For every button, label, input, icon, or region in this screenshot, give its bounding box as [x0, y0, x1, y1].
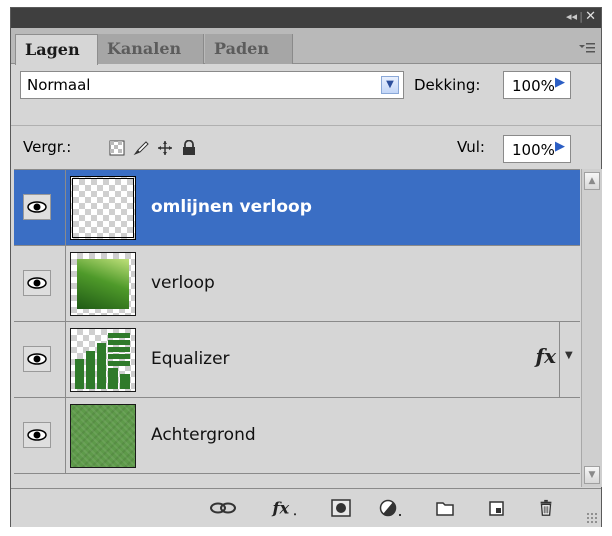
opacity-arrow-icon[interactable]: ▶ — [555, 75, 565, 90]
fill-label: Vul: — [457, 138, 485, 156]
titlebar-separator: | — [579, 10, 583, 23]
layer-row-omlijnen-verloop[interactable]: omlijnen verloop — [14, 170, 580, 246]
scroll-up-icon[interactable]: ▲ — [584, 172, 600, 190]
visibility-cell[interactable] — [14, 170, 66, 245]
fill-arrow-icon[interactable]: ▶ — [555, 139, 565, 154]
chevron-down-icon[interactable]: ▼ — [381, 76, 399, 94]
visibility-cell[interactable] — [14, 246, 66, 321]
equalizer-graphic — [75, 333, 130, 389]
fx-icon[interactable]: fx — [269, 499, 303, 517]
panel-titlebar: ◂◂ | ✕ — [11, 8, 601, 28]
lock-pixels-icon[interactable] — [133, 140, 149, 156]
new-layer-icon[interactable] — [487, 499, 507, 517]
layer-row-equalizer[interactable]: Equalizer fx ▼ — [14, 322, 580, 398]
layer-list: omlijnen verloop verloop Equalizer fx ▼ … — [14, 169, 580, 488]
layer-row-achtergrond[interactable]: Achtergrond — [14, 398, 580, 474]
tab-lagen[interactable]: Lagen — [15, 34, 98, 65]
lock-transparency-icon[interactable] — [109, 140, 125, 156]
close-icon[interactable]: ✕ — [585, 9, 596, 24]
visibility-cell[interactable] — [14, 322, 66, 397]
trash-icon[interactable] — [537, 499, 555, 517]
panel-menu-glyph — [579, 43, 595, 53]
blend-mode-select[interactable]: Normaal ▼ — [20, 71, 404, 99]
eye-glyph — [27, 277, 47, 289]
resize-grip[interactable] — [586, 512, 598, 524]
panel-menu-icon[interactable] — [579, 42, 595, 58]
mask-icon[interactable] — [331, 499, 351, 517]
layer-thumbnail — [70, 176, 136, 240]
panel-tabs: Lagen Kanalen Paden — [11, 28, 601, 65]
lock-all-icon[interactable] — [181, 140, 197, 156]
eye-glyph — [27, 201, 47, 213]
lock-row: Vergr.: Vul: 100% ▶ — [11, 125, 601, 170]
opacity-field[interactable]: 100% ▶ — [503, 71, 571, 99]
gradient-swatch — [77, 259, 129, 309]
fill-field[interactable]: 100% ▶ — [503, 135, 571, 163]
tab-kanalen[interactable]: Kanalen — [98, 34, 204, 64]
lock-label: Vergr.: — [23, 138, 72, 156]
eye-icon[interactable] — [23, 422, 51, 448]
eye-icon[interactable] — [23, 346, 51, 372]
fill-value: 100% — [512, 141, 555, 159]
tab-paden[interactable]: Paden — [205, 34, 293, 64]
panel-footer: fx — [11, 488, 601, 527]
adjustment-icon[interactable] — [379, 499, 405, 517]
opacity-value: 100% — [512, 77, 555, 95]
layer-scrollbar[interactable]: ▲ ▼ — [581, 169, 602, 487]
chevron-down-icon: ▼ — [565, 350, 573, 361]
eye-icon[interactable] — [23, 194, 51, 220]
blend-mode-value: Normaal — [27, 76, 91, 94]
layers-panel: ◂◂ | ✕ Lagen Kanalen Paden Normaal ▼ Dek… — [10, 7, 602, 527]
layer-name[interactable]: omlijnen verloop — [151, 197, 312, 217]
layer-thumbnail — [70, 328, 136, 392]
layer-name[interactable]: Achtergrond — [151, 425, 256, 445]
visibility-cell[interactable] — [14, 398, 66, 473]
layer-thumbnail — [70, 252, 136, 316]
eye-icon[interactable] — [23, 270, 51, 296]
fx-expand-toggle[interactable]: ▼ — [559, 322, 580, 397]
layer-row-verloop[interactable]: verloop — [14, 246, 580, 322]
lock-position-icon[interactable] — [157, 140, 173, 156]
eye-glyph — [27, 353, 47, 365]
fx-badge-icon[interactable]: fx — [535, 344, 556, 368]
layer-name[interactable]: verloop — [151, 273, 215, 293]
collapse-icon[interactable]: ◂◂ — [566, 10, 577, 23]
link-icon[interactable] — [209, 499, 237, 517]
layer-thumbnail — [70, 404, 136, 468]
eye-glyph — [27, 429, 47, 441]
scroll-down-icon[interactable]: ▼ — [584, 466, 600, 484]
layer-name[interactable]: Equalizer — [151, 349, 230, 369]
opacity-label: Dekking: — [414, 76, 481, 94]
svg-text:fx: fx — [272, 499, 290, 517]
folder-icon[interactable] — [435, 499, 455, 517]
